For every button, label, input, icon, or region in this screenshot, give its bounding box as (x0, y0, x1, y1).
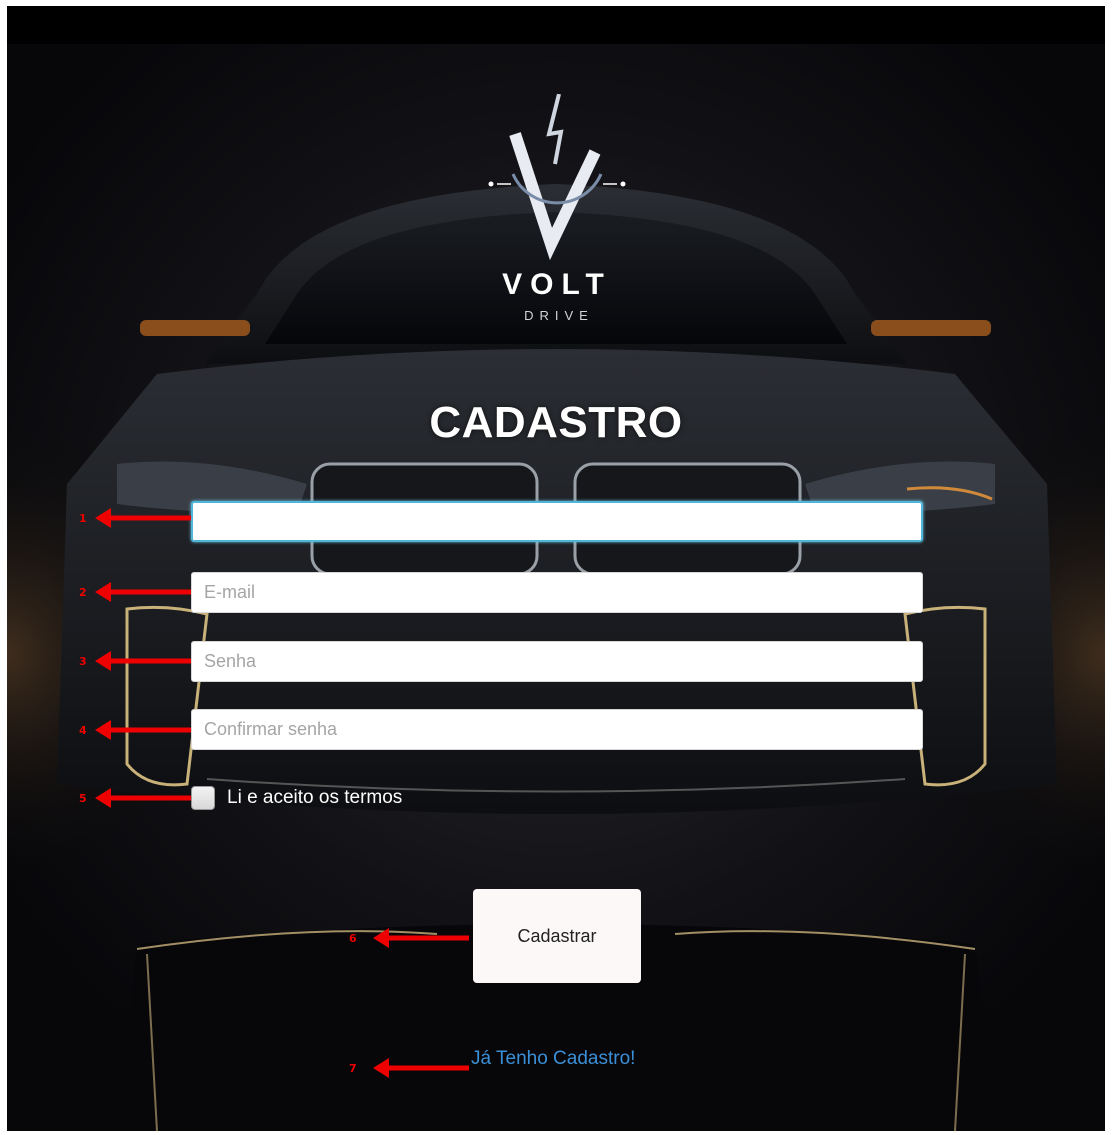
annotation-arrow-2 (95, 582, 191, 602)
annotation-arrow-4 (95, 720, 191, 740)
annotation-arrow-7 (373, 1058, 469, 1078)
volt-drive-logo: VOLT DRIVE (477, 93, 637, 334)
window-title-bar (7, 6, 1105, 44)
annotation-number-4: 4 (79, 724, 87, 737)
email-field[interactable] (191, 572, 923, 613)
lightning-v-icon: VOLT DRIVE (488, 93, 626, 323)
page-title: CADASTRO (429, 398, 683, 447)
logo-subtitle-text: DRIVE (524, 308, 594, 323)
login-link[interactable]: Já Tenho Cadastro! (471, 1048, 635, 1070)
annotation-number-5: 5 (79, 792, 87, 805)
annotation-arrow-3 (95, 651, 191, 671)
annotation-number-1: 1 (79, 512, 87, 525)
register-button[interactable]: Cadastrar (473, 889, 641, 983)
terms-checkbox[interactable] (191, 786, 215, 810)
terms-label[interactable]: Li e aceito os termos (227, 787, 402, 809)
app-window: VOLT DRIVE CADASTRO Li e aceito os termo… (7, 6, 1105, 1131)
annotation-number-6: 6 (349, 932, 357, 945)
annotation-arrow-5 (95, 788, 191, 808)
password-field[interactable] (191, 641, 923, 682)
name-field[interactable] (191, 501, 923, 542)
confirm-password-field[interactable] (191, 709, 923, 750)
annotation-number-2: 2 (79, 586, 87, 599)
annotation-arrow-6 (373, 928, 469, 948)
logo-brand-text: VOLT (502, 268, 612, 301)
annotation-number-3: 3 (79, 655, 87, 668)
annotation-arrow-1 (95, 508, 191, 528)
terms-row: Li e aceito os termos (191, 786, 402, 810)
annotation-number-7: 7 (349, 1062, 357, 1075)
